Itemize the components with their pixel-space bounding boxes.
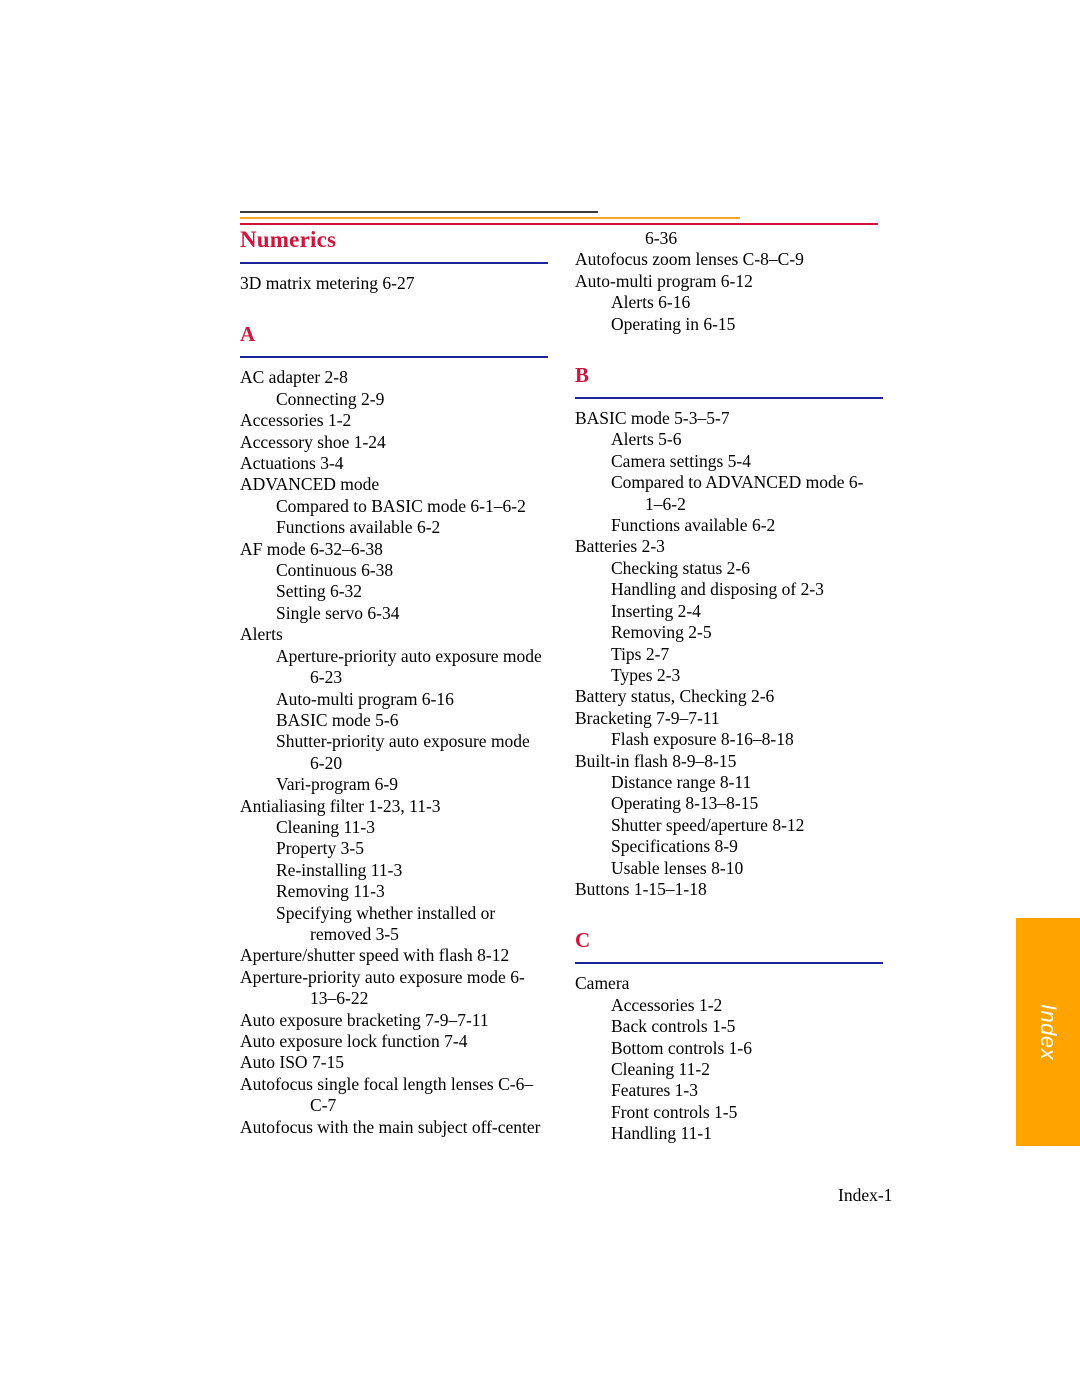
index-entry: Camera settings 5-4 bbox=[611, 450, 751, 471]
index-entry: Front controls 1-5 bbox=[611, 1101, 738, 1122]
index-section: B BASIC mode 5-3–5-7 Alerts 5-6 Camera sett… bbox=[575, 363, 885, 900]
index-entry: Setting 6-32 bbox=[276, 581, 363, 602]
index-entry: BASIC mode 5-3–5-7 bbox=[575, 408, 730, 429]
index-entry: Shutter speed/aperture 8-12 bbox=[611, 814, 805, 835]
index-entry: 3D matrix metering 6-27 bbox=[240, 273, 415, 293]
index-entry: Flash exposure 8-16–8-18 bbox=[611, 729, 794, 750]
index-entry: Compared to BASIC mode 6-1–6-2 bbox=[276, 495, 526, 516]
index-entry: Alerts 6-16 bbox=[611, 292, 691, 313]
index-entry: Aperture/shutter speed with flash 8-12 bbox=[240, 945, 510, 966]
index-entry: Camera bbox=[575, 973, 630, 994]
index-entry: Actuations 3-4 bbox=[240, 453, 344, 474]
header-rule-orange bbox=[240, 217, 740, 219]
index-entry: Auto-multi program 6-16 bbox=[276, 688, 454, 709]
header-rule-red bbox=[240, 223, 878, 225]
index-entry: Auto ISO 7-15 bbox=[240, 1052, 345, 1073]
index-entry: AF mode 6-32–6-38 bbox=[240, 538, 383, 559]
index-column-left: Numerics 3D matrix metering 6-27 A AC adapt… bbox=[240, 228, 550, 1138]
index-entry: Autofocus with the main subject off-cent… bbox=[240, 1116, 541, 1137]
index-entry: Removing 2-5 bbox=[611, 622, 712, 643]
index-entry: Antialiasing filter 1-23, 11-3 bbox=[240, 795, 441, 816]
index-section-rule bbox=[240, 262, 548, 264]
index-entry: Handling and disposing of 2-3 bbox=[611, 579, 824, 600]
index-entry: Bottom controls 1-6 bbox=[611, 1037, 752, 1058]
index-entry: Handling 11-1 bbox=[611, 1123, 712, 1144]
index-entry: Shutter-priority auto exposure mode bbox=[276, 731, 530, 752]
index-entry: Specifying whether installed or bbox=[276, 902, 496, 923]
index-entry: Specifications 8-9 bbox=[611, 836, 738, 857]
index-entry: Alerts 5-6 bbox=[611, 429, 682, 450]
index-entry: Features 1-3 bbox=[611, 1080, 698, 1101]
index-entry: Accessories 1-2 bbox=[240, 410, 352, 431]
index-tab-label: Index bbox=[1036, 1003, 1061, 1061]
index-entry: Battery status, Checking 2-6 bbox=[575, 686, 775, 707]
index-entry: Usable lenses 8-10 bbox=[611, 857, 744, 878]
index-section: Numerics 3D matrix metering 6-27 bbox=[240, 228, 550, 294]
index-section-heading: B bbox=[575, 363, 590, 388]
index-thumb-tab: Index bbox=[1016, 918, 1080, 1146]
index-entry: Back controls 1-5 bbox=[611, 1016, 736, 1037]
index-entry: 6-23 bbox=[310, 667, 343, 688]
index-entry: 1–6-2 bbox=[645, 493, 686, 514]
index-entry: C-7 bbox=[310, 1095, 337, 1116]
index-entry: Single servo 6-34 bbox=[276, 602, 400, 623]
index-section-rule bbox=[575, 962, 883, 965]
index-entry: Property 3-5 bbox=[276, 838, 364, 859]
index-entry: Bracketing 7-9–7-11 bbox=[575, 707, 720, 728]
index-entry: 13–6-22 bbox=[310, 988, 369, 1009]
index-entry: Connecting 2-9 bbox=[276, 388, 385, 409]
index-section: A AC adapter 2-8 Connecting 2-9 Accessories… bbox=[240, 322, 550, 1138]
index-entry: AC adapter 2-8 bbox=[240, 367, 348, 388]
index-entry: Autofocus zoom lenses C-8–C-9 bbox=[575, 249, 804, 270]
index-entry: Buttons 1-15–1-18 bbox=[575, 878, 707, 899]
index-entry: Continuous 6-38 bbox=[276, 560, 394, 581]
index-entry: Functions available 6-2 bbox=[611, 515, 776, 536]
index-section-rule bbox=[240, 356, 548, 359]
footer-page-number: Index-1 bbox=[838, 1185, 893, 1205]
header-rule-dark bbox=[240, 211, 598, 213]
index-entry: Operating in 6-15 bbox=[611, 313, 736, 334]
index-entry: Auto exposure bracketing 7-9–7-11 bbox=[240, 1009, 489, 1030]
index-section: 6-36 Autofocus zoom lenses C-8–C-9 Auto-mu… bbox=[575, 228, 885, 335]
index-column-right: 6-36 Autofocus zoom lenses C-8–C-9 Auto-mu… bbox=[575, 228, 885, 1145]
index-entry: Checking status 2-6 bbox=[611, 557, 751, 578]
index-entry: Auto exposure lock function 7-4 bbox=[240, 1031, 468, 1051]
index-entry: Aperture-priority auto exposure mode bbox=[276, 645, 542, 666]
index-entry: ADVANCED mode bbox=[240, 474, 380, 495]
index-entry: Autofocus single focal length lenses C-6… bbox=[240, 1073, 534, 1094]
index-entry: Cleaning 11-3 bbox=[276, 816, 375, 837]
index-entry: Inserting 2-4 bbox=[611, 600, 701, 621]
index-entry: Vari-program 6-9 bbox=[276, 774, 398, 795]
index-entry: removed 3-5 bbox=[310, 923, 399, 944]
index-entry: Distance range 8-11 bbox=[611, 771, 752, 792]
index-entry: Re-installing 11-3 bbox=[276, 859, 403, 880]
index-entry: Compared to ADVANCED mode 6- bbox=[611, 472, 864, 493]
index-entry: Aperture-priority auto exposure mode 6- bbox=[240, 966, 525, 987]
index-entry: Accessories 1-2 bbox=[611, 994, 723, 1015]
index-entry: Removing 11-3 bbox=[276, 881, 385, 902]
index-entry: Accessory shoe 1-24 bbox=[240, 431, 386, 452]
index-section: C Camera Accessories 1-2 Back controls 1-5 B… bbox=[575, 928, 885, 1144]
index-entry: Auto-multi program 6-12 bbox=[575, 270, 753, 291]
index-section-heading: C bbox=[575, 928, 591, 953]
index-entry: Alerts bbox=[240, 624, 283, 645]
index-entry: Built-in flash 8-9–8-15 bbox=[575, 750, 737, 771]
index-entry: 6-20 bbox=[310, 752, 343, 773]
index-entry: Batteries 2-3 bbox=[575, 536, 665, 557]
index-entry: Types 2-3 bbox=[611, 664, 681, 685]
index-section-rule bbox=[575, 397, 883, 400]
index-entry: Tips 2-7 bbox=[611, 643, 670, 664]
index-entry: BASIC mode 5-6 bbox=[276, 709, 399, 730]
index-entry: 6-36 bbox=[645, 228, 678, 248]
index-entry: Cleaning 11-2 bbox=[611, 1059, 710, 1079]
index-section-heading: A bbox=[240, 322, 256, 347]
index-entry: Operating 8-13–8-15 bbox=[611, 793, 759, 814]
header-rules bbox=[0, 0, 1080, 225]
index-section-heading: Numerics bbox=[240, 227, 337, 252]
index-entry: Functions available 6-2 bbox=[276, 517, 441, 538]
